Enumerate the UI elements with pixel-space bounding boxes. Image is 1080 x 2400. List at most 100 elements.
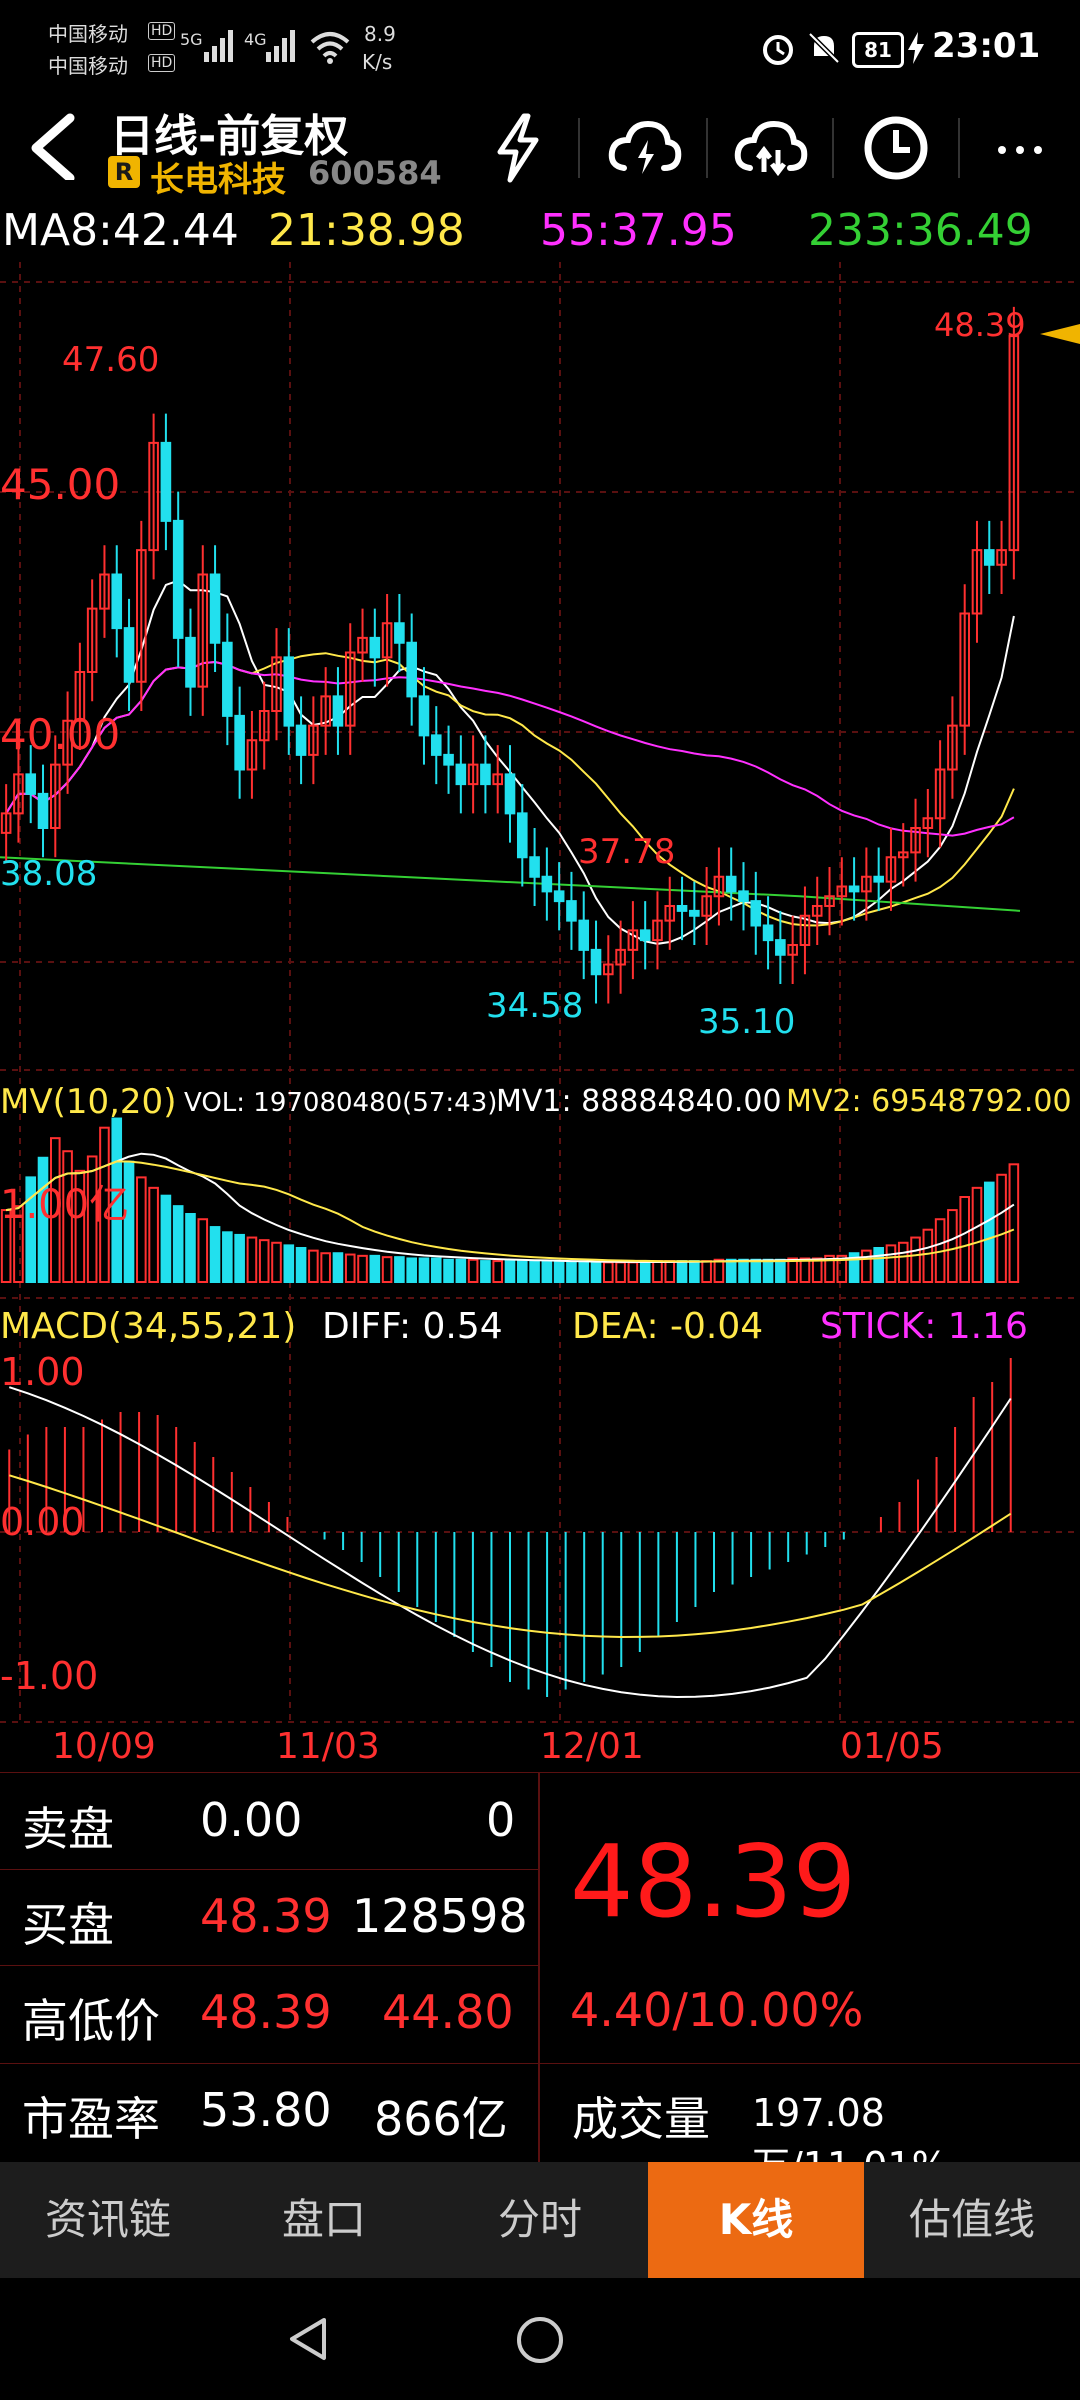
price-label-mid-high: 37.78 <box>578 832 676 872</box>
tab-news-chain[interactable]: 资讯链 <box>0 2162 216 2278</box>
candle-body <box>590 948 602 976</box>
volume-bar <box>996 1173 1007 1283</box>
volume-bar <box>553 1261 565 1284</box>
macd-histogram <box>8 1358 1012 1699</box>
ma-legend: MA8:42.44 21:38.98 55:37.95 233:36.49 <box>0 205 1080 265</box>
hd-badge-1: HD <box>148 22 176 40</box>
volume-bar <box>873 1247 884 1283</box>
nav-back-icon[interactable] <box>284 2314 334 2364</box>
volume-bar <box>332 1252 344 1284</box>
sell-qty: 0 <box>486 1793 516 1847</box>
volume-bar <box>504 1260 516 1283</box>
lightning-icon[interactable] <box>480 110 556 186</box>
volume-bar <box>775 1258 786 1283</box>
header: 日线-前复权 R 长电科技 600584 <box>0 100 1080 208</box>
high-price: 48.39 <box>200 1985 332 2039</box>
volume-bar <box>455 1258 467 1283</box>
header-divider <box>832 118 834 178</box>
cloud-flash-icon[interactable] <box>606 110 682 186</box>
candle-body <box>37 792 49 829</box>
net-5g: 5G <box>180 30 203 49</box>
volume-bar <box>885 1244 897 1284</box>
volume-bar <box>430 1257 442 1284</box>
volume-title[interactable]: MV(10,20) <box>0 1082 176 1122</box>
macd-axis-top: 1.00 <box>0 1350 85 1394</box>
mute-bell-icon <box>808 32 840 64</box>
volume-bar <box>541 1260 553 1283</box>
volume-bar <box>664 1260 676 1283</box>
volume-bar <box>590 1261 602 1284</box>
high-low-label: 高低价 <box>22 1994 160 2048</box>
tab-order-book[interactable]: 盘口 <box>216 2162 432 2278</box>
back-arrow-icon[interactable] <box>22 110 82 180</box>
net-4g: 4G <box>244 30 267 49</box>
price-label-last-high: 48.39 <box>934 306 1026 344</box>
volume-bar <box>725 1258 737 1283</box>
history-clock-icon[interactable] <box>858 110 934 186</box>
volume-bar <box>357 1254 368 1283</box>
volume-bar <box>603 1261 614 1284</box>
price-pointer-icon <box>1040 324 1080 344</box>
volume-bar <box>283 1244 295 1284</box>
mv1-value: MV1: 88884840.00 <box>496 1084 782 1119</box>
net-speed-unit: K/s <box>362 50 393 74</box>
more-icon[interactable] <box>984 110 1060 186</box>
volume-bar <box>492 1260 504 1283</box>
volume-bar <box>750 1258 762 1283</box>
candle-body <box>516 812 528 859</box>
volume-bar <box>381 1256 393 1284</box>
row-divider <box>0 1965 538 1966</box>
price-label-low-mid: 34.58 <box>486 986 584 1026</box>
volume-bar <box>394 1256 405 1284</box>
clock: 23:01 <box>932 26 1041 66</box>
mv2-value: MV2: 69548792.00 <box>786 1084 1072 1119</box>
candle-body <box>873 875 884 883</box>
candle-body <box>443 753 454 766</box>
candle-body <box>123 627 135 683</box>
price-label-high: 47.60 <box>62 340 160 380</box>
carrier-1: 中国移动 <box>48 22 128 46</box>
volume-bar <box>516 1260 528 1283</box>
candle-body <box>553 890 565 903</box>
tab-kline[interactable]: K线 <box>648 2162 864 2278</box>
alarm-icon <box>763 35 793 65</box>
sell-label: 卖盘 <box>22 1802 114 1856</box>
wifi-icon <box>310 32 350 64</box>
date-label: 11/03 <box>276 1726 380 1767</box>
volume-bar <box>627 1261 639 1284</box>
cloud-sync-icon[interactable] <box>732 110 808 186</box>
candle-body <box>25 773 37 795</box>
candle-body <box>283 656 295 727</box>
macd-axis-mid: 0.00 <box>0 1500 85 1544</box>
volume-bar <box>197 1218 209 1284</box>
volume-bar <box>799 1257 811 1284</box>
volume-bar <box>148 1186 159 1283</box>
row-divider <box>0 1869 538 1870</box>
buy-label: 买盘 <box>22 1898 114 1952</box>
volume-bar <box>1008 1163 1020 1283</box>
candle-body <box>578 919 590 951</box>
volume-bars <box>0 1117 1020 1284</box>
volume-bar <box>136 1176 147 1284</box>
candle-body <box>234 714 245 771</box>
volume-bar <box>615 1261 626 1284</box>
volume-bar <box>308 1249 319 1283</box>
volume-bar <box>209 1226 221 1283</box>
candle-body <box>332 695 344 727</box>
tab-intraday[interactable]: 分时 <box>432 2162 648 2278</box>
candle-body <box>689 909 700 917</box>
hd-badge-2: HD <box>148 54 176 72</box>
candle-body <box>676 905 688 912</box>
volume-bar <box>529 1260 540 1283</box>
tab-valuation[interactable]: 估值线 <box>864 2162 1080 2278</box>
ma55-value: 55:37.95 <box>540 205 737 256</box>
candle-body <box>209 573 221 644</box>
signal-icon <box>204 30 233 62</box>
nav-home-icon[interactable] <box>514 2314 566 2366</box>
volume-value: VOL: 197080480(57:43) <box>184 1088 498 1118</box>
ma233-value: 233:36.49 <box>808 205 1033 256</box>
macd-title[interactable]: MACD(34,55,21) <box>0 1306 296 1347</box>
buy-qty: 128598 <box>352 1889 528 1943</box>
panel-divider <box>538 1773 540 2163</box>
volume-bar <box>344 1253 356 1283</box>
